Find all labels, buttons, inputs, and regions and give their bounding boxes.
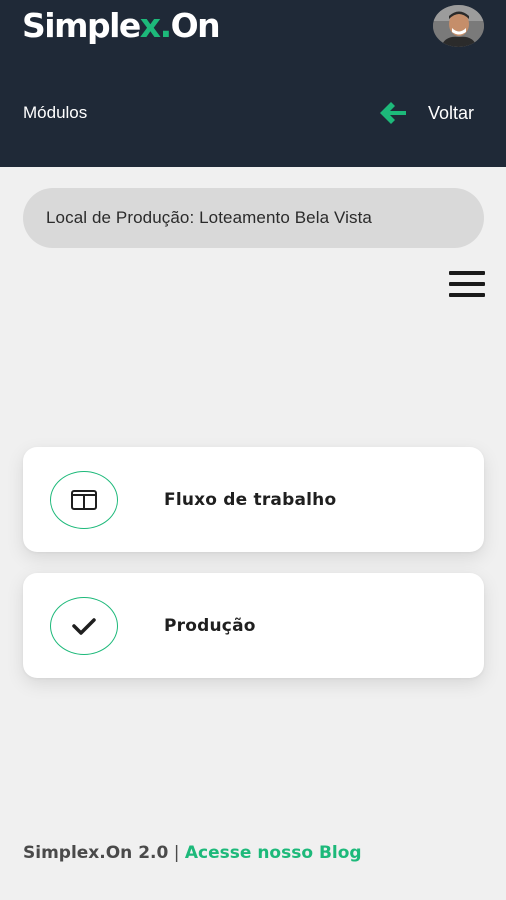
- hamburger-line: [449, 282, 485, 286]
- blog-link[interactable]: Acesse nosso Blog: [185, 843, 362, 863]
- module-card-workflow[interactable]: Fluxo de trabalho: [23, 447, 484, 552]
- brand-text-x: x: [139, 6, 161, 45]
- avatar-photo: [433, 5, 484, 47]
- hamburger-line: [449, 271, 485, 275]
- workflow-icon-circle: [50, 470, 118, 529]
- brand-logo: Simplex.On: [22, 4, 221, 48]
- modules-title: Módulos: [23, 103, 88, 122]
- brand-text-dot: .: [159, 6, 173, 45]
- check-icon: [72, 617, 96, 635]
- user-avatar[interactable]: [433, 5, 484, 47]
- footer-separator: |: [168, 843, 185, 863]
- footer: Simplex.On 2.0 | Acesse nosso Blog: [23, 841, 362, 865]
- production-icon-circle: [50, 596, 118, 655]
- brand-text-simple: Simple: [22, 6, 141, 45]
- back-button[interactable]: Voltar: [378, 96, 488, 130]
- module-card-label: Fluxo de trabalho: [164, 489, 337, 510]
- app-screen: Simplex.On Módulos Voltar Local de Produ…: [0, 0, 506, 900]
- location-pill[interactable]: Local de Produção: Loteamento Bela Vista: [23, 188, 484, 248]
- footer-version: Simplex.On 2.0: [23, 843, 169, 863]
- hamburger-menu-button[interactable]: [449, 271, 485, 297]
- module-card-production[interactable]: Produção: [23, 573, 484, 678]
- arrow-left-icon: [380, 102, 406, 124]
- module-card-label: Produção: [164, 615, 256, 636]
- hamburger-line: [449, 293, 485, 297]
- location-text: Local de Produção: Loteamento Bela Vista: [46, 208, 372, 227]
- back-button-label: Voltar: [428, 103, 475, 123]
- columns-icon: [71, 489, 97, 510]
- app-header: Simplex.On Módulos Voltar: [0, 0, 506, 167]
- brand-text-on: On: [170, 6, 221, 45]
